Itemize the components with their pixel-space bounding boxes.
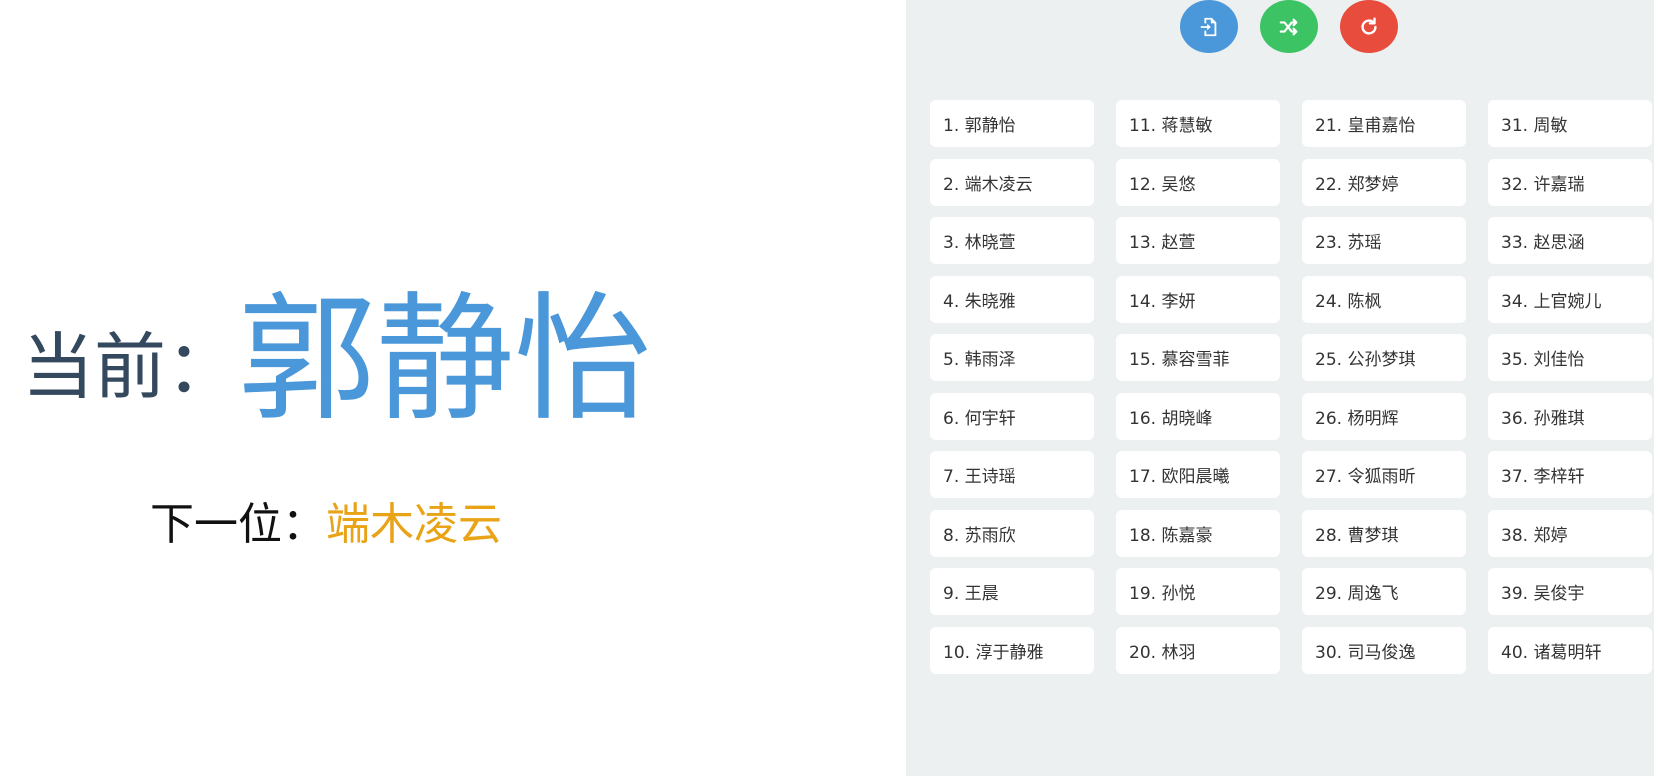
- name-card[interactable]: 17. 欧阳晨曦: [1116, 451, 1280, 498]
- name-card[interactable]: 25. 公孙梦琪: [1302, 334, 1466, 381]
- name-card[interactable]: 9. 王晨: [930, 568, 1094, 615]
- name-card[interactable]: 3. 林晓萱: [930, 217, 1094, 264]
- name-card[interactable]: 40. 诸葛明轩: [1488, 626, 1652, 674]
- name-card[interactable]: 33. 赵思涵: [1488, 217, 1652, 264]
- name-card[interactable]: 2. 端木凌云: [930, 158, 1094, 206]
- name-card[interactable]: 36. 孙雅琪: [1488, 392, 1652, 440]
- import-button[interactable]: [1180, 0, 1238, 53]
- name-card[interactable]: 1. 郭静怡: [930, 100, 1094, 147]
- name-card[interactable]: 32. 许嘉瑞: [1488, 158, 1652, 206]
- name-card[interactable]: 13. 赵萱: [1116, 217, 1280, 264]
- name-card[interactable]: 28. 曹梦琪: [1302, 509, 1466, 557]
- name-card[interactable]: 27. 令狐雨昕: [1302, 451, 1466, 498]
- toolbar: [906, 0, 1654, 56]
- shuffle-button[interactable]: [1260, 0, 1318, 53]
- name-card[interactable]: 16. 胡晓峰: [1116, 392, 1280, 440]
- name-card[interactable]: 26. 杨明辉: [1302, 392, 1466, 440]
- name-card[interactable]: 35. 刘佳怡: [1488, 334, 1652, 381]
- name-grid: 1. 郭静怡 2. 端木凌云 3. 林晓萱 4. 朱晓雅 5. 韩雨泽 6. 何…: [930, 100, 1652, 674]
- name-card[interactable]: 12. 吴悠: [1116, 158, 1280, 206]
- name-card[interactable]: 6. 何宇轩: [930, 392, 1094, 440]
- name-card[interactable]: 10. 淳于静雅: [930, 626, 1094, 674]
- name-card[interactable]: 14. 李妍: [1116, 275, 1280, 323]
- name-card[interactable]: 24. 陈枫: [1302, 275, 1466, 323]
- name-card[interactable]: 5. 韩雨泽: [930, 334, 1094, 381]
- name-card[interactable]: 18. 陈嘉豪: [1116, 509, 1280, 557]
- current-name: 郭静怡: [238, 279, 653, 440]
- roster-panel: 1. 郭静怡 2. 端木凌云 3. 林晓萱 4. 朱晓雅 5. 韩雨泽 6. 何…: [906, 0, 1654, 776]
- name-card[interactable]: 29. 周逸飞: [1302, 568, 1466, 615]
- redo-icon: [1358, 16, 1380, 38]
- name-card[interactable]: 22. 郑梦婷: [1302, 158, 1466, 206]
- name-card[interactable]: 21. 皇甫嘉怡: [1302, 100, 1466, 147]
- name-card[interactable]: 39. 吴俊宇: [1488, 568, 1652, 615]
- name-card[interactable]: 38. 郑婷: [1488, 509, 1652, 557]
- name-card[interactable]: 4. 朱晓雅: [930, 275, 1094, 323]
- next-name: 端木凌云: [326, 499, 502, 550]
- name-card[interactable]: 8. 苏雨欣: [930, 509, 1094, 557]
- file-import-icon: [1198, 16, 1220, 38]
- display-panel: 当前： 郭静怡 下一位： 端木凌云: [0, 0, 906, 776]
- name-card[interactable]: 11. 蒋慧敏: [1116, 100, 1280, 147]
- shuffle-icon: [1278, 16, 1300, 38]
- name-card[interactable]: 7. 王诗瑶: [930, 451, 1094, 498]
- current-label: 当前：: [22, 324, 239, 409]
- name-card[interactable]: 23. 苏瑶: [1302, 217, 1466, 264]
- name-card[interactable]: 20. 林羽: [1116, 626, 1280, 674]
- reset-button[interactable]: [1340, 0, 1398, 53]
- next-label: 下一位：: [150, 499, 326, 550]
- name-card[interactable]: 30. 司马俊逸: [1302, 626, 1466, 674]
- name-card[interactable]: 19. 孙悦: [1116, 568, 1280, 615]
- name-card[interactable]: 34. 上官婉儿: [1488, 275, 1652, 323]
- name-card[interactable]: 37. 李梓轩: [1488, 451, 1652, 498]
- name-card[interactable]: 15. 慕容雪菲: [1116, 334, 1280, 381]
- next-line: 下一位： 端木凌云: [150, 488, 502, 552]
- name-card[interactable]: 31. 周敏: [1488, 100, 1652, 147]
- current-line: 当前： 郭静怡: [22, 285, 652, 435]
